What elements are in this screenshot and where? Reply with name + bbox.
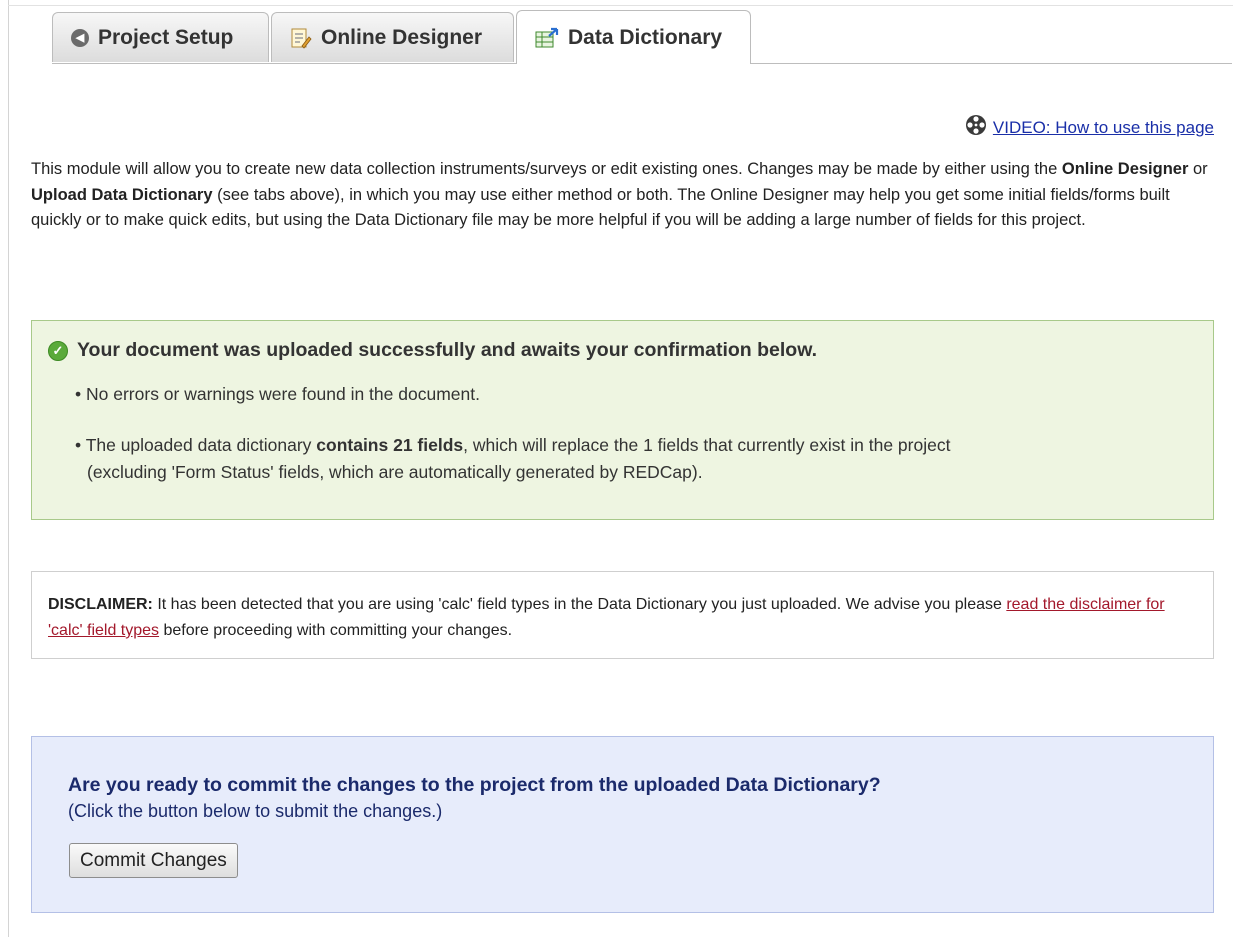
bullet-text: , which will replace the 1 fields that c… — [463, 435, 951, 455]
commit-instruction: (Click the button below to submit the ch… — [68, 801, 443, 821]
tab-online-designer[interactable]: Online Designer — [271, 12, 514, 62]
check-circle-icon: ✓ — [48, 340, 68, 361]
tab-label: Data Dictionary — [568, 25, 723, 49]
intro-paragraph: This module will allow you to create new… — [31, 157, 1211, 234]
success-title-text: Your document was uploaded successfully … — [77, 339, 818, 361]
bullet-text: No errors or warnings were found in the … — [86, 384, 480, 404]
success-message-box: ✓ Your document was uploaded successfull… — [31, 320, 1214, 520]
page-left-border — [8, 0, 9, 937]
disclaimer-label: DISCLAIMER: — [48, 596, 153, 613]
tab-project-setup[interactable]: ◀ Project Setup — [52, 12, 269, 62]
intro-bold-online-designer: Online Designer — [1061, 160, 1189, 178]
success-title: ✓ Your document was uploaded successfull… — [48, 339, 817, 362]
video-help: VIDEO: How to use this page — [965, 114, 1214, 141]
intro-bold-upload-dictionary: Upload Data Dictionary — [31, 185, 213, 204]
disclaimer-text: before proceeding with committing your c… — [159, 622, 513, 639]
bullet-mark: • — [75, 435, 82, 455]
bullet-mark: • — [75, 384, 82, 404]
success-bullet-no-errors: • No errors or warnings were found in th… — [75, 381, 480, 408]
tab-bar: ◀ Project Setup Online Designer Data Dic… — [52, 10, 1232, 64]
disclaimer-text: It has been detected that you are using … — [152, 596, 1007, 613]
page-top-border — [8, 5, 1233, 6]
bullet-text: The uploaded data dictionary — [85, 435, 317, 455]
intro-text: or — [1188, 160, 1208, 178]
commit-box: Are you ready to commit the changes to t… — [31, 736, 1214, 913]
form-edit-icon — [290, 27, 312, 49]
spreadsheet-upload-icon — [535, 27, 559, 49]
intro-text: This module will allow you to create new… — [31, 160, 1062, 178]
commit-changes-button[interactable]: Commit Changes — [69, 843, 238, 878]
film-reel-icon — [965, 114, 987, 141]
tab-label: Project Setup — [98, 25, 234, 49]
bullet-continuation: (excluding 'Form Status' fields, which a… — [87, 462, 703, 482]
video-link[interactable]: VIDEO: How to use this page — [993, 118, 1214, 138]
tab-label: Online Designer — [321, 25, 483, 49]
success-bullet-field-count: • The uploaded data dictionary contains … — [75, 432, 1185, 486]
back-arrow-icon: ◀ — [71, 28, 89, 47]
commit-question: Are you ready to commit the changes to t… — [68, 774, 881, 796]
tab-data-dictionary[interactable]: Data Dictionary — [516, 10, 751, 64]
disclaimer-box: DISCLAIMER: It has been detected that yo… — [31, 571, 1214, 659]
field-count-bold: contains 21 fields — [316, 435, 464, 455]
